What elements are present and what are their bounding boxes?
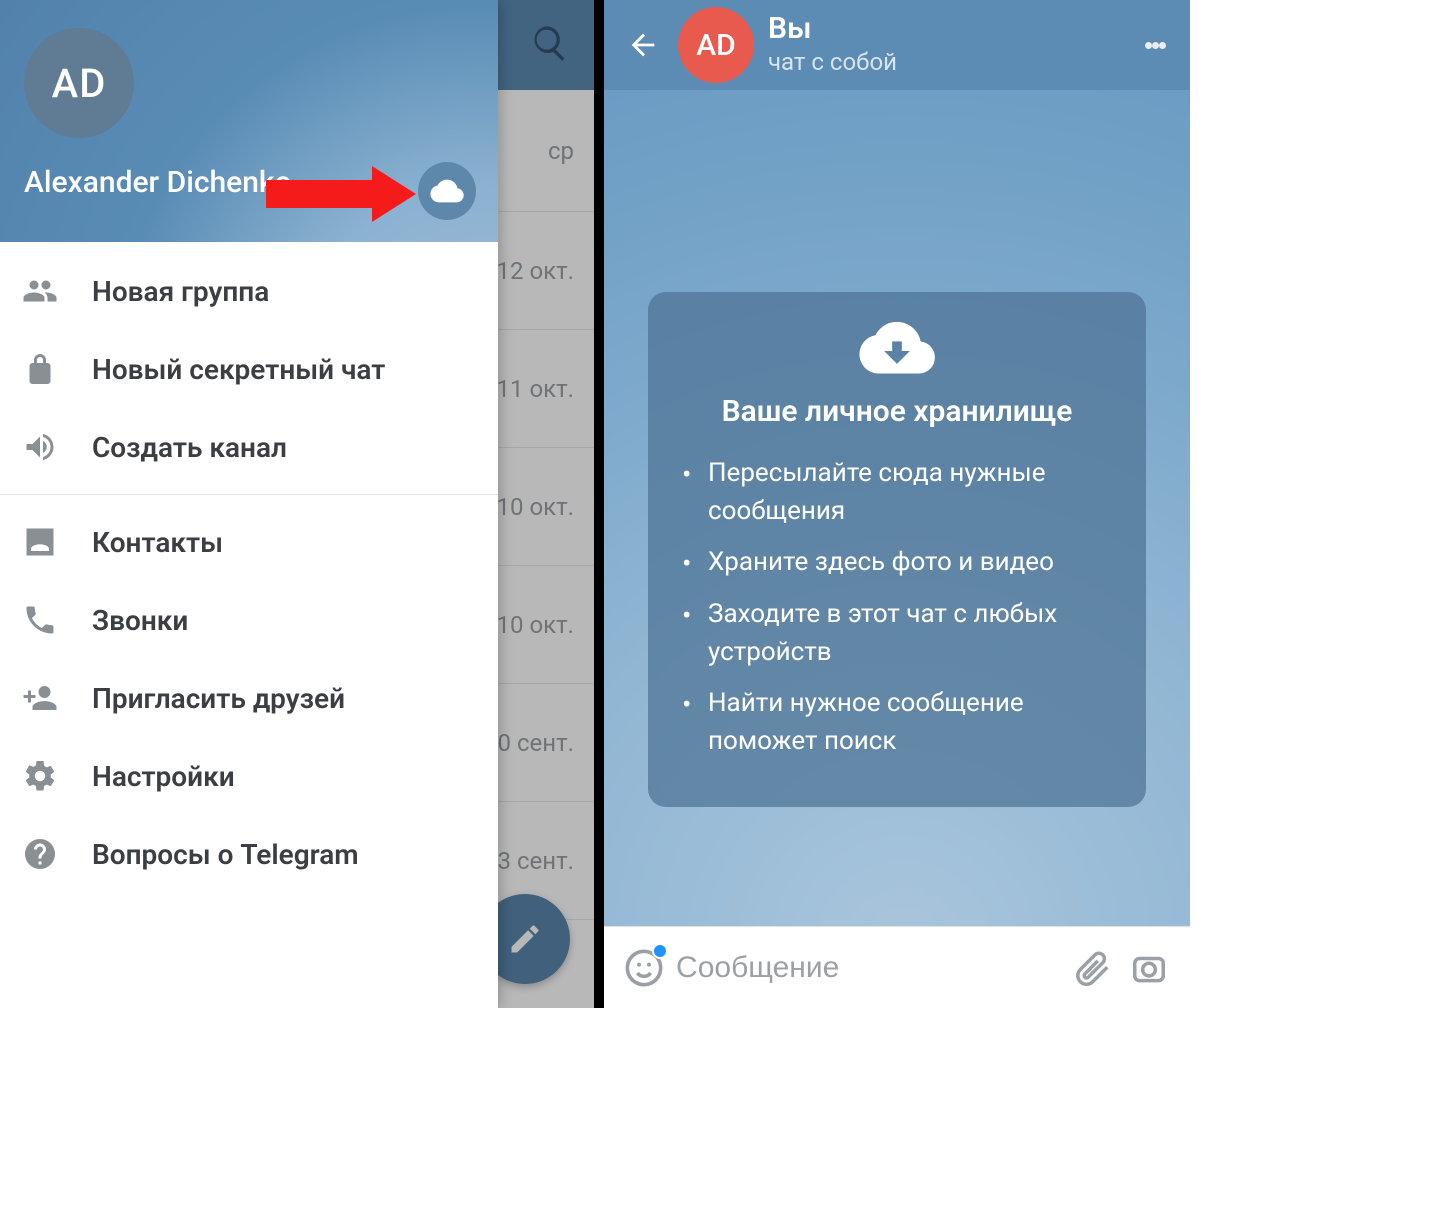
- saved-messages-cloud-button[interactable]: [418, 162, 476, 220]
- drawer-menu: Новая группа Новый секретный чат Создать…: [0, 242, 498, 1008]
- group-icon: [22, 273, 92, 309]
- megaphone-icon: [22, 429, 92, 465]
- menu-secret-chat[interactable]: Новый секретный чат: [0, 330, 498, 408]
- annotation-arrow: [266, 168, 424, 220]
- card-item: Найти нужное сообщение поможет поиск: [680, 685, 1114, 760]
- menu-new-group[interactable]: Новая группа: [0, 252, 498, 330]
- card-title: Ваше личное хранилище: [680, 394, 1114, 429]
- menu-label: Настройки: [92, 760, 235, 793]
- contact-icon: [22, 524, 92, 560]
- saved-messages-card: Ваше личное хранилище Пересылайте сюда н…: [648, 292, 1146, 807]
- right-header: AD Вы чат с собой: [604, 0, 1190, 90]
- chat-title: Вы: [768, 14, 897, 44]
- menu-invite[interactable]: Пригласить друзей: [0, 659, 498, 737]
- drawer-header: AD Alexander Dichenko: [0, 0, 498, 242]
- drawer: AD Alexander Dichenko Новая группа Новый…: [0, 0, 498, 1008]
- drawer-overlay[interactable]: [498, 0, 594, 1008]
- menu-label: Контакты: [92, 526, 223, 559]
- card-list: Пересылайте сюда нужные сообщения Хранит…: [680, 455, 1114, 761]
- message-input[interactable]: [676, 951, 1062, 985]
- person-add-icon: [22, 680, 92, 716]
- lock-icon: [22, 351, 92, 387]
- left-panel: ср of…12 окт. Te…11 окт. , I'…10 окт. 10…: [0, 0, 594, 1008]
- help-icon: [22, 836, 92, 872]
- menu-label: Звонки: [92, 604, 188, 637]
- whitespace: [0, 1008, 1450, 1232]
- chat-avatar[interactable]: AD: [678, 7, 754, 83]
- emoji-button[interactable]: [620, 943, 668, 993]
- menu-label: Создать канал: [92, 431, 287, 464]
- attach-button[interactable]: [1068, 942, 1118, 994]
- chat-body[interactable]: Ваше личное хранилище Пересылайте сюда н…: [604, 90, 1190, 926]
- gear-icon: [22, 758, 92, 794]
- menu-label: Вопросы о Telegram: [92, 838, 359, 871]
- card-item: Заходите в этот чат с любых устройств: [680, 596, 1114, 671]
- drawer-username: Alexander Dichenko: [24, 165, 292, 200]
- more-button[interactable]: [1130, 20, 1180, 70]
- phone-icon: [22, 602, 92, 638]
- camera-button[interactable]: [1124, 942, 1174, 994]
- emoji-badge-icon: [652, 943, 668, 959]
- menu-settings[interactable]: Настройки: [0, 737, 498, 815]
- dots-icon: [1145, 42, 1152, 49]
- drawer-avatar[interactable]: AD: [24, 28, 134, 138]
- menu-label: Новый секретный чат: [92, 353, 385, 386]
- card-item: Пересылайте сюда нужные сообщения: [680, 455, 1114, 530]
- menu-contacts[interactable]: Контакты: [0, 503, 498, 581]
- chat-subtitle: чат с собой: [768, 48, 897, 76]
- menu-calls[interactable]: Звонки: [0, 581, 498, 659]
- menu-label: Новая группа: [92, 275, 269, 308]
- back-button[interactable]: [614, 16, 672, 74]
- panel-divider: [594, 0, 604, 1008]
- right-panel: AD Вы чат с собой Ваше личное хранилище …: [604, 0, 1190, 1008]
- cloud-download-icon: [680, 322, 1114, 380]
- chat-title-block[interactable]: Вы чат с собой: [768, 14, 897, 76]
- menu-divider: [0, 494, 498, 495]
- composer: [604, 926, 1190, 1008]
- menu-faq[interactable]: Вопросы о Telegram: [0, 815, 498, 893]
- menu-label: Пригласить друзей: [92, 682, 345, 715]
- card-item: Храните здесь фото и видео: [680, 544, 1114, 582]
- menu-new-channel[interactable]: Создать канал: [0, 408, 498, 486]
